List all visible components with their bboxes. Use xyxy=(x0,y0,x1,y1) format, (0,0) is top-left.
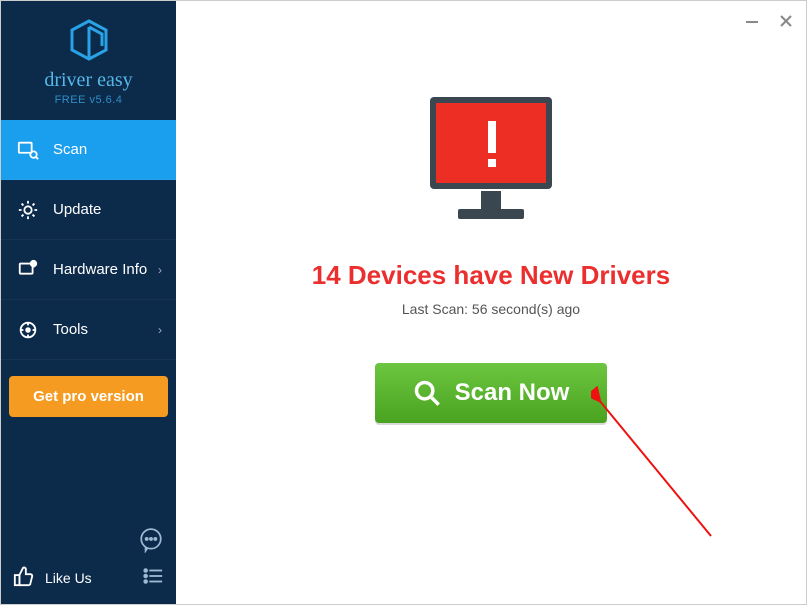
update-icon xyxy=(15,199,41,221)
like-us-label: Like Us xyxy=(45,570,92,586)
last-scan-text: Last Scan: 56 second(s) ago xyxy=(402,301,580,317)
window-controls xyxy=(740,9,798,33)
brand-subtitle: FREE v5.6.4 xyxy=(55,94,123,106)
get-pro-label: Get pro version xyxy=(33,388,144,405)
sidebar-nav: Scan Update i xyxy=(1,120,176,360)
chevron-right-icon: › xyxy=(158,323,162,337)
scan-icon xyxy=(15,139,41,161)
sidebar-item-label: Scan xyxy=(53,141,87,158)
logo-icon xyxy=(66,17,112,63)
sidebar-item-label: Update xyxy=(53,201,101,218)
sidebar: driver easy FREE v5.6.4 Scan xyxy=(1,1,176,604)
sidebar-item-update[interactable]: Update xyxy=(1,180,176,240)
minimize-button[interactable] xyxy=(740,9,764,33)
hardware-info-icon: i xyxy=(15,259,41,281)
app-window: driver easy FREE v5.6.4 Scan xyxy=(1,1,806,604)
main-pane: 14 Devices have New Drivers Last Scan: 5… xyxy=(176,1,806,604)
scan-content: 14 Devices have New Drivers Last Scan: 5… xyxy=(176,1,806,423)
chat-icon xyxy=(138,527,164,553)
like-us-button[interactable]: Like Us xyxy=(13,565,92,590)
brand-block: driver easy FREE v5.6.4 xyxy=(1,1,176,120)
like-us-row: Like Us xyxy=(13,565,164,590)
sidebar-item-scan[interactable]: Scan xyxy=(1,120,176,180)
menu-icon xyxy=(142,565,164,587)
alert-monitor-icon xyxy=(416,91,566,236)
feedback-button[interactable] xyxy=(13,527,164,553)
close-button[interactable] xyxy=(774,9,798,33)
scan-now-button[interactable]: Scan Now xyxy=(375,363,608,423)
scan-now-label: Scan Now xyxy=(455,379,570,407)
sidebar-item-hardware-info[interactable]: i Hardware Info › xyxy=(1,240,176,300)
sidebar-item-tools[interactable]: Tools › xyxy=(1,300,176,360)
sidebar-footer: Like Us xyxy=(1,517,176,604)
menu-button[interactable] xyxy=(142,565,164,590)
tools-icon xyxy=(15,319,41,341)
brand-name: driver easy xyxy=(44,69,132,92)
search-icon xyxy=(413,379,441,407)
scan-headline: 14 Devices have New Drivers xyxy=(312,260,670,291)
get-pro-button[interactable]: Get pro version xyxy=(9,376,168,417)
thumbs-up-icon xyxy=(13,565,35,590)
sidebar-item-label: Hardware Info xyxy=(53,261,147,278)
minimize-icon xyxy=(745,14,759,28)
chevron-right-icon: › xyxy=(158,263,162,277)
sidebar-item-label: Tools xyxy=(53,321,88,338)
close-icon xyxy=(779,14,793,28)
